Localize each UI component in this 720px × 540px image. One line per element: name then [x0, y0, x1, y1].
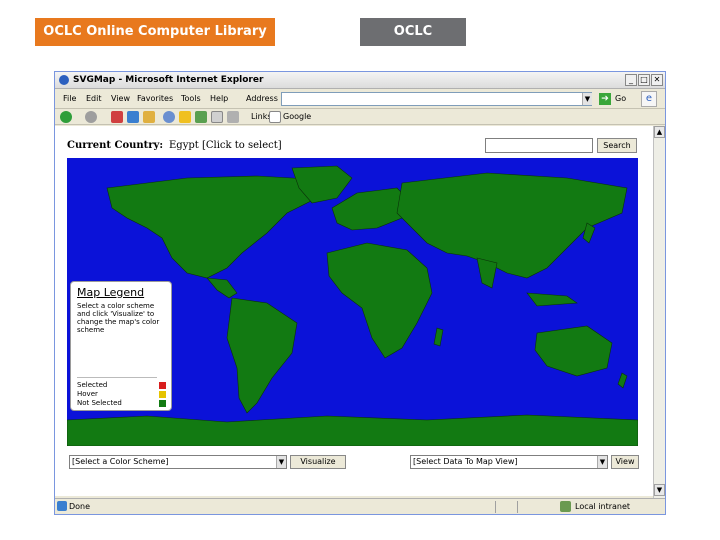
- close-button[interactable]: ✕: [651, 74, 663, 86]
- menu-edit[interactable]: Edit: [86, 89, 102, 109]
- windows-logo-icon: e: [641, 91, 657, 107]
- security-zone: Local intranet: [575, 502, 631, 511]
- legend-swatch-not-selected: [159, 400, 166, 407]
- search-button[interactable]: Search: [597, 138, 637, 153]
- ie-app-icon: [59, 75, 69, 85]
- google-link[interactable]: Google: [283, 109, 311, 125]
- page-content: Current Country: Egypt [Click to select]…: [55, 126, 655, 496]
- map-legend: Map Legend Select a color scheme and cli…: [70, 281, 172, 411]
- chevron-down-icon: ▼: [597, 456, 607, 468]
- window-title: SVGMap - Microsoft Internet Explorer: [73, 75, 264, 85]
- favorites-icon[interactable]: [179, 111, 191, 123]
- central-america-landmass: [206, 277, 238, 299]
- menu-file[interactable]: File: [63, 89, 76, 109]
- view-button[interactable]: View: [611, 455, 639, 469]
- back-icon[interactable]: [60, 111, 72, 123]
- status-divider: [517, 501, 518, 513]
- madagascar-landmass: [433, 327, 444, 347]
- oclc-logo: OCLC Online Computer Library Center: [35, 18, 275, 67]
- legend-divider: [77, 377, 157, 378]
- menu-view[interactable]: View: [111, 89, 130, 109]
- antarctica-landmass: [67, 414, 638, 446]
- toolbar: Links Google: [55, 109, 665, 125]
- go-arrow-icon[interactable]: ➔: [599, 93, 611, 105]
- indonesia-landmass: [526, 292, 578, 307]
- address-input[interactable]: [281, 92, 592, 106]
- minimize-button[interactable]: _: [625, 74, 637, 86]
- asia-landmass: [396, 172, 628, 279]
- legend-title: Map Legend: [77, 286, 145, 299]
- print-icon[interactable]: [227, 111, 239, 123]
- color-scheme-select[interactable]: [Select a Color Scheme] ▼: [69, 455, 287, 469]
- browser-window: SVGMap - Microsoft Internet Explorer _ □…: [54, 71, 666, 515]
- status-divider: [495, 501, 496, 513]
- new-zealand-landmass: [617, 372, 628, 389]
- vertical-scrollbar[interactable]: ▲ ▼: [653, 126, 665, 498]
- chevron-down-icon: ▼: [276, 456, 286, 468]
- menu-bar: File Edit View Favorites Tools Help Addr…: [55, 89, 665, 109]
- search-input[interactable]: [485, 138, 593, 153]
- slide: OCLC Online Computer Library Center OCLC…: [0, 0, 720, 540]
- india-landmass: [476, 257, 498, 289]
- legend-item-not-selected: Not Selected: [77, 399, 122, 407]
- go-button[interactable]: Go: [615, 89, 626, 109]
- legend-description: Select a color scheme and click 'Visuali…: [77, 302, 160, 334]
- menu-favorites[interactable]: Favorites: [137, 89, 173, 109]
- history-icon[interactable]: [195, 111, 207, 123]
- intranet-icon: [560, 501, 571, 512]
- visualize-button[interactable]: Visualize: [290, 455, 346, 469]
- refresh-icon[interactable]: [127, 111, 139, 123]
- legend-item-selected: Selected: [77, 381, 108, 389]
- title-bar: SVGMap - Microsoft Internet Explorer _ □…: [55, 72, 665, 89]
- current-country-value[interactable]: Egypt [Click to select]: [169, 140, 282, 151]
- color-scheme-select-value: [Select a Color Scheme]: [72, 457, 169, 466]
- oclc-research-logo: OCLC Research: [360, 18, 466, 67]
- status-bar: Done Local intranet: [55, 498, 665, 514]
- address-label: Address: [246, 94, 278, 103]
- data-select[interactable]: [Select Data To Map View] ▼: [410, 455, 608, 469]
- menu-help[interactable]: Help: [210, 89, 228, 109]
- legend-swatch-selected: [159, 382, 166, 389]
- forward-icon[interactable]: [85, 111, 97, 123]
- data-select-value: [Select Data To Map View]: [413, 457, 518, 466]
- page-icon: [57, 501, 67, 511]
- google-icon[interactable]: [269, 111, 281, 123]
- status-text: Done: [69, 502, 91, 511]
- search-icon[interactable]: [163, 111, 175, 123]
- address-dropdown-icon[interactable]: ▼: [582, 93, 592, 105]
- mail-icon[interactable]: [211, 111, 223, 123]
- north-america-landmass: [106, 175, 328, 279]
- legend-item-hover: Hover: [77, 390, 98, 398]
- current-country-label: Current Country:: [67, 140, 164, 151]
- home-icon[interactable]: [143, 111, 155, 123]
- stop-icon[interactable]: [111, 111, 123, 123]
- scroll-up-icon[interactable]: ▲: [654, 126, 665, 138]
- south-america-landmass: [226, 297, 298, 414]
- australia-landmass: [534, 325, 613, 377]
- maximize-button[interactable]: □: [638, 74, 650, 86]
- africa-landmass: [326, 242, 433, 359]
- menu-tools[interactable]: Tools: [181, 89, 201, 109]
- legend-swatch-hover: [159, 391, 166, 398]
- scroll-down-icon[interactable]: ▼: [654, 484, 665, 496]
